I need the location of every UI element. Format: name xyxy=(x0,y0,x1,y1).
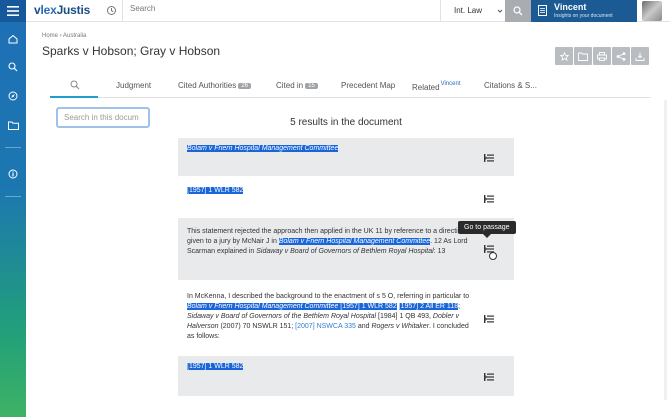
highlighted-match: Bolam v Friern Hospital Management Commi… xyxy=(187,145,339,152)
case-name: Rogers v Whitaker xyxy=(371,323,430,330)
topbar-divider xyxy=(440,0,441,22)
vincent-panel-button[interactable]: Vincent Insights on your document xyxy=(531,0,637,22)
tab-citations[interactable]: Citations & S... xyxy=(484,81,537,90)
vlex-justis-logo[interactable]: vlexJustis xyxy=(34,3,90,17)
vincent-superscript: Vincent xyxy=(440,81,461,87)
result-text: ; xyxy=(458,303,461,310)
tab-label: Related xyxy=(412,83,440,92)
star-button[interactable] xyxy=(555,47,573,65)
user-subtitle: Insights on your document xyxy=(554,13,613,19)
go-to-passage-tooltip: Go to passage xyxy=(458,221,516,238)
share-button[interactable] xyxy=(612,47,630,65)
chevron-down-icon[interactable] xyxy=(497,6,503,16)
topbar-divider xyxy=(122,0,123,22)
highlighted-match: [1957] 1 WLR 582 xyxy=(338,303,397,310)
document-icon xyxy=(538,5,547,16)
highlighted-match: Bolam v Friern Hospital Management Commi… xyxy=(278,238,431,245)
logo-lex: lex xyxy=(40,3,57,17)
tab-judgment[interactable]: Judgment xyxy=(116,81,151,90)
highlighted-match: [1957] 2 All ER 118 xyxy=(398,303,459,310)
avatar[interactable] xyxy=(642,1,662,21)
tab-precedent-map[interactable]: Precedent Map xyxy=(341,81,395,90)
user-name: Vincent xyxy=(554,2,587,12)
go-to-passage-icon[interactable] xyxy=(484,315,494,323)
document-tabs: Judgment Cited Authorities 26 Cited in 15 … xyxy=(50,76,651,98)
page-title: Sparks v Hobson; Gray v Hobson xyxy=(42,44,221,58)
print-icon xyxy=(597,51,607,61)
add-to-folder-button[interactable] xyxy=(574,47,592,65)
results-count: 5 results in the document xyxy=(290,117,402,128)
jurisdiction-select[interactable]: Int. Law xyxy=(454,6,482,15)
tab-cited-in[interactable]: Cited in 15 xyxy=(276,81,318,90)
document-search-input[interactable] xyxy=(56,107,150,128)
search-result[interactable]: [1957] 1 WLR 582 xyxy=(178,180,514,214)
result-text: (2007) 70 NSWLR 151; xyxy=(218,323,296,330)
result-text: : 13 xyxy=(433,248,446,255)
logo-justis: Justis xyxy=(56,3,91,17)
tab-label: Precedent Map xyxy=(341,81,396,90)
rail-divider xyxy=(5,196,21,197)
breadcrumb[interactable]: Home › Australia xyxy=(42,33,86,39)
print-button[interactable] xyxy=(593,47,611,65)
search-button[interactable] xyxy=(505,0,531,22)
tab-search[interactable] xyxy=(70,80,80,92)
citation-link[interactable]: [2007] NSWCA 335 xyxy=(295,323,356,330)
highlighted-match: [1957] 1 WLR 582 xyxy=(187,187,244,194)
download-button[interactable] xyxy=(631,47,649,65)
go-to-passage-icon[interactable] xyxy=(484,154,494,162)
tab-label: Judgment xyxy=(116,81,152,90)
count-badge: 26 xyxy=(238,83,251,89)
tab-label: Cited Authorities xyxy=(178,81,237,90)
folder-icon xyxy=(578,52,588,61)
tab-cited-authorities[interactable]: Cited Authorities 26 xyxy=(178,81,251,90)
info-icon[interactable] xyxy=(0,163,26,185)
mouse-cursor-icon xyxy=(489,252,497,260)
result-text: In McKenna, I described the background t… xyxy=(187,293,470,300)
case-name: Sidaway v Board of Governors of the Beth… xyxy=(187,313,377,320)
history-icon[interactable] xyxy=(106,5,117,18)
download-icon xyxy=(635,52,645,61)
left-nav-rail xyxy=(0,0,26,417)
search-result[interactable]: Bolam v Friern Hospital Management Commi… xyxy=(178,138,514,176)
tab-related[interactable]: RelatedVincent xyxy=(412,81,460,92)
search-result[interactable]: In McKenna, I described the background t… xyxy=(178,284,514,352)
rail-divider xyxy=(5,147,21,148)
active-tab-indicator xyxy=(50,96,98,98)
folder-icon[interactable] xyxy=(0,114,26,136)
home-icon[interactable] xyxy=(0,28,26,50)
search-result[interactable]: [1957] 1 WLR 582 xyxy=(178,356,514,396)
scrollbar[interactable] xyxy=(664,100,667,400)
result-text: and xyxy=(355,323,372,330)
result-text: [1984] 1 QB 493, xyxy=(376,313,433,320)
document-actions xyxy=(555,47,649,65)
tab-label: Cited in xyxy=(276,81,304,90)
go-to-passage-icon[interactable] xyxy=(484,195,494,203)
tab-label: Citations & S... xyxy=(484,81,537,90)
top-bar: vlexJustis Search Int. Law Vincent Insig… xyxy=(26,0,670,22)
search-icon[interactable] xyxy=(0,56,26,78)
star-icon xyxy=(559,51,569,61)
share-icon xyxy=(616,51,626,61)
highlighted-match: Bolam v Friern Hospital Management Commi… xyxy=(187,303,339,310)
menu-icon[interactable] xyxy=(0,0,26,22)
count-badge: 15 xyxy=(305,83,318,89)
search-icon xyxy=(513,6,523,16)
highlighted-match: [1957] 1 WLR 582 xyxy=(187,363,244,370)
case-name: Sidaway v Board of Governors of Bethlem … xyxy=(256,248,434,255)
search-icon xyxy=(70,80,80,90)
go-to-passage-icon[interactable] xyxy=(484,373,494,381)
compass-icon[interactable] xyxy=(0,85,26,107)
global-search-input[interactable]: Search xyxy=(130,4,155,13)
